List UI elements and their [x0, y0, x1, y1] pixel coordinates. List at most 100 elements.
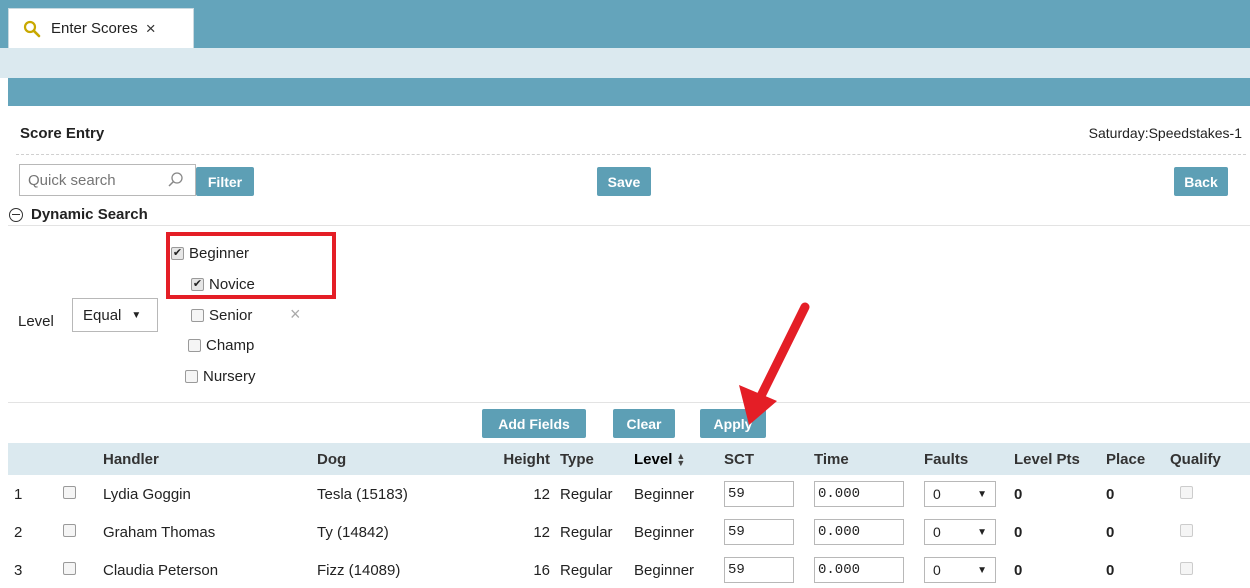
magnifier-icon[interactable]	[167, 171, 185, 189]
col-qualify[interactable]: Qualify	[1166, 443, 1250, 475]
col-sct[interactable]: SCT	[718, 443, 808, 475]
level-pts-cell: 0	[1014, 561, 1023, 579]
clear-button[interactable]: Clear	[613, 409, 675, 438]
collapse-icon[interactable]	[9, 207, 23, 222]
qualify-checkbox[interactable]	[1180, 561, 1193, 575]
dog-cell: Tesla (15183)	[317, 485, 408, 503]
sort-icon[interactable]: ▲ ▼	[676, 451, 685, 467]
type-cell: Regular	[560, 485, 613, 503]
close-icon[interactable]: ×	[146, 19, 156, 39]
tab-label: Enter Scores	[51, 20, 138, 37]
panel-header-band	[8, 78, 1250, 106]
handler-cell: Claudia Peterson	[103, 561, 219, 579]
checkbox[interactable]	[188, 339, 201, 352]
level-cell: Beginner	[634, 561, 695, 579]
chevron-down-icon: ▼	[131, 309, 142, 321]
remove-filter-icon[interactable]: ×	[290, 304, 301, 325]
faults-value: 0	[933, 524, 941, 540]
faults-select[interactable]: 0 ▼	[924, 519, 996, 545]
level-filter-label: Level	[18, 313, 54, 330]
level-operator-select[interactable]: Equal ▼	[72, 298, 158, 332]
row-number: 2	[14, 523, 23, 541]
back-button[interactable]: Back	[1174, 167, 1228, 196]
table-row: 3 Claudia Peterson Fizz (14089) 16 Regul…	[8, 551, 1250, 588]
checkbox[interactable]	[191, 309, 204, 322]
faults-select[interactable]: 0 ▼	[924, 481, 996, 507]
level-pts-cell: 0	[1014, 523, 1023, 541]
sct-input[interactable]: 59	[724, 481, 794, 507]
option-label: Nursery	[203, 368, 256, 385]
level-option-senior[interactable]: Senior	[191, 307, 252, 324]
place-cell: 0	[1106, 485, 1115, 503]
option-label: Senior	[209, 307, 253, 324]
col-faults[interactable]: Faults	[918, 443, 1008, 475]
checkbox[interactable]	[185, 370, 198, 383]
time-input[interactable]: 0.000	[814, 481, 904, 507]
dog-cell: Fizz (14089)	[317, 561, 401, 579]
dynamic-search-title: Dynamic Search	[31, 206, 148, 223]
faults-select[interactable]: 0 ▼	[924, 557, 996, 583]
divider	[16, 154, 1246, 155]
search-input[interactable]	[28, 171, 163, 189]
level-pts-cell: 0	[1014, 485, 1023, 503]
chevron-down-icon: ▼	[977, 526, 987, 538]
col-level[interactable]: Level ▲ ▼	[628, 443, 718, 475]
height-cell: 12	[533, 485, 550, 503]
sct-input[interactable]: 59	[724, 519, 794, 545]
score-entry-panel: Score Entry Saturday:Speedstakes-1 Filte…	[8, 106, 1250, 588]
chevron-down-icon: ▼	[977, 488, 987, 500]
handler-cell: Graham Thomas	[103, 523, 216, 541]
col-handler[interactable]: Handler	[103, 443, 317, 475]
place-cell: 0	[1106, 523, 1115, 541]
col-time[interactable]: Time	[808, 443, 918, 475]
highlight-box	[166, 232, 336, 299]
top-tab-bar: Enter Scores ×	[0, 0, 1250, 48]
level-cell: Beginner	[634, 485, 695, 503]
col-select	[36, 443, 103, 475]
col-height[interactable]: Height	[482, 443, 560, 475]
page-title: Score Entry	[20, 125, 105, 142]
table-header-row: Handler Dog Height Type Level ▲ ▼ SCT Time…	[8, 443, 1250, 475]
option-label: Champ	[206, 337, 255, 354]
row-checkbox[interactable]	[63, 485, 76, 499]
col-level-label: Level	[634, 450, 673, 468]
faults-value: 0	[933, 486, 941, 502]
height-cell: 16	[533, 561, 550, 579]
col-dog[interactable]: Dog	[317, 443, 482, 475]
height-cell: 12	[533, 523, 550, 541]
col-level-pts[interactable]: Level Pts	[1008, 443, 1100, 475]
divider	[8, 402, 1250, 403]
add-fields-button[interactable]: Add Fields	[482, 409, 586, 438]
level-option-nursery[interactable]: Nursery	[185, 368, 256, 385]
tab-enter-scores[interactable]: Enter Scores ×	[8, 8, 194, 48]
row-number: 1	[14, 485, 23, 503]
row-number: 3	[14, 561, 23, 579]
qualify-checkbox[interactable]	[1180, 523, 1193, 537]
place-cell: 0	[1106, 561, 1115, 579]
row-checkbox[interactable]	[63, 561, 76, 575]
time-input[interactable]: 0.000	[814, 557, 904, 583]
dynamic-search-header[interactable]: Dynamic Search	[8, 204, 1250, 226]
handler-cell: Lydia Goggin	[103, 485, 191, 503]
search-icon	[23, 20, 41, 37]
sct-input[interactable]: 59	[724, 557, 794, 583]
type-cell: Regular	[560, 523, 613, 541]
scores-table: Handler Dog Height Type Level ▲ ▼ SCT Time…	[8, 443, 1250, 588]
row-checkbox[interactable]	[63, 523, 76, 537]
event-label: Saturday:Speedstakes-1	[1088, 125, 1242, 141]
quick-search-box[interactable]	[19, 164, 196, 196]
col-type[interactable]: Type	[560, 443, 628, 475]
level-cell: Beginner	[634, 523, 695, 541]
filter-button[interactable]: Filter	[196, 167, 254, 196]
faults-value: 0	[933, 562, 941, 578]
col-index	[8, 443, 36, 475]
operator-value: Equal	[83, 306, 122, 324]
save-button[interactable]: Save	[597, 167, 651, 196]
chevron-down-icon: ▼	[977, 564, 987, 576]
qualify-checkbox[interactable]	[1180, 485, 1193, 499]
dog-cell: Ty (14842)	[317, 523, 389, 541]
level-option-champ[interactable]: Champ	[188, 337, 254, 354]
time-input[interactable]: 0.000	[814, 519, 904, 545]
col-place[interactable]: Place	[1100, 443, 1166, 475]
table-row: 1 Lydia Goggin Tesla (15183) 12 Regular …	[8, 475, 1250, 513]
